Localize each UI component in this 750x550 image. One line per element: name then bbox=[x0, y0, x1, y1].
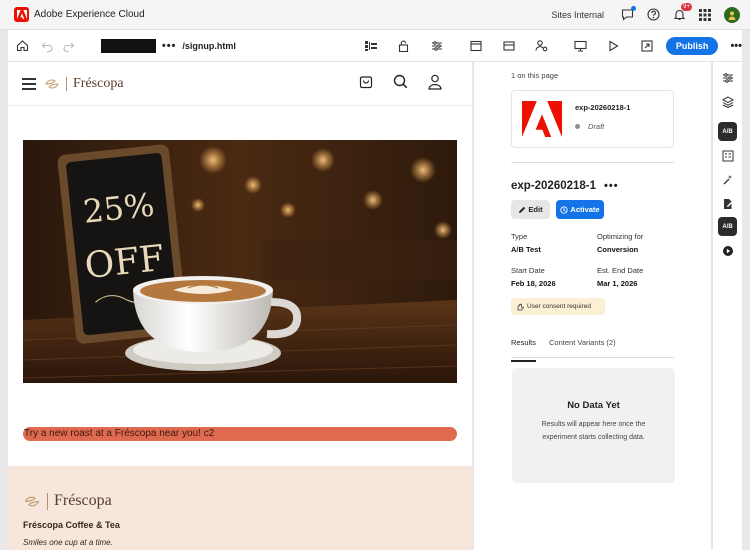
adobe-logo-icon bbox=[522, 101, 562, 140]
clock-icon bbox=[560, 205, 569, 214]
consent-text: User consent required bbox=[527, 303, 591, 310]
rail-layers-icon[interactable] bbox=[718, 92, 737, 111]
notifications-bell-icon[interactable]: 9+ bbox=[672, 2, 692, 22]
logo-divider bbox=[47, 492, 48, 510]
user-settings-icon[interactable] bbox=[535, 39, 549, 53]
toolbar-more-icon[interactable]: ••• bbox=[730, 40, 742, 52]
edit-label: Edit bbox=[528, 205, 543, 214]
editor-toolbar: ••• /signup.html Publish ••• bbox=[8, 30, 742, 62]
brand-name: Fréscopa bbox=[73, 75, 124, 91]
no-data-title: No Data Yet bbox=[567, 400, 620, 411]
consent-badge: User consent required bbox=[511, 298, 605, 315]
top-bar: Adobe Experience Cloud Sites Internal 9+ bbox=[0, 0, 750, 30]
experiment-name: exp-20260218-1 bbox=[511, 180, 597, 192]
experiment-card[interactable]: exp-20260218-1 Draft bbox=[511, 90, 674, 148]
rail-ab-test-icon[interactable]: A/B bbox=[718, 122, 737, 141]
footer-tagline: Smiles one cup at a time. bbox=[23, 538, 113, 547]
search-icon[interactable] bbox=[393, 74, 408, 93]
adobe-logo-icon[interactable] bbox=[14, 7, 29, 22]
app-title[interactable]: Adobe Experience Cloud bbox=[34, 9, 145, 20]
end-date-label: Est. End Date bbox=[597, 266, 644, 275]
url-path[interactable]: /signup.html bbox=[182, 41, 236, 51]
page-preview: Fréscopa 25% OFF Try a new roast at a Fr… bbox=[8, 62, 472, 550]
home-icon[interactable] bbox=[16, 39, 29, 53]
tree-structure-icon[interactable] bbox=[364, 39, 378, 53]
page-frame-icon[interactable] bbox=[469, 39, 483, 53]
logo-divider bbox=[66, 76, 67, 91]
end-date-field: Est. End Date Mar 1, 2026 bbox=[597, 266, 643, 288]
edit-button[interactable]: Edit bbox=[511, 200, 550, 219]
coffee-bean-logo-icon bbox=[24, 496, 40, 506]
end-date-value: Mar 1, 2026 bbox=[597, 279, 638, 288]
experiment-count-label: 1 on this page bbox=[511, 71, 559, 80]
divider bbox=[511, 162, 674, 163]
activate-button[interactable]: Activate bbox=[556, 200, 604, 219]
hand-consent-icon bbox=[517, 303, 524, 310]
open-external-icon[interactable] bbox=[640, 39, 654, 53]
status-text: Draft bbox=[588, 122, 605, 131]
org-switcher[interactable]: Sites Internal bbox=[551, 10, 604, 20]
undo-icon[interactable] bbox=[41, 39, 53, 53]
feedback-badge bbox=[631, 5, 636, 11]
tab-results[interactable]: Results bbox=[511, 338, 537, 362]
card-layout-icon[interactable] bbox=[502, 39, 516, 53]
rail-ab-test-active-icon[interactable]: A/B bbox=[718, 217, 737, 236]
site-logo[interactable]: Fréscopa bbox=[44, 76, 124, 92]
sign-percent-text: 25% bbox=[81, 186, 156, 231]
start-date-value: Feb 18, 2026 bbox=[511, 279, 556, 288]
app-grid-icon[interactable] bbox=[698, 8, 712, 22]
optimizing-label: Optimizing for bbox=[597, 232, 644, 241]
publish-button[interactable]: Publish bbox=[665, 36, 719, 55]
lock-icon[interactable] bbox=[397, 39, 411, 53]
panel-tabs: Results Content Variants (2) bbox=[511, 338, 674, 362]
play-preview-icon[interactable] bbox=[607, 39, 621, 53]
rail-magic-wand-icon[interactable] bbox=[718, 170, 737, 189]
footer-brand-name: Fréscopa bbox=[54, 492, 112, 509]
experiment-panel: 1 on this page exp-20260218-1 Draft exp-… bbox=[473, 62, 711, 550]
coffee-bean-logo-icon bbox=[45, 79, 59, 88]
hero-image: 25% OFF bbox=[23, 140, 457, 383]
properties-sliders-icon[interactable] bbox=[430, 39, 444, 53]
start-date-field: Start Date Feb 18, 2026 bbox=[511, 266, 556, 288]
type-label: Type bbox=[511, 232, 528, 241]
pencil-icon bbox=[519, 206, 526, 213]
sign-off-text: OFF bbox=[83, 238, 166, 287]
promo-banner[interactable]: Try a new roast at a Fréscopa near you! … bbox=[23, 427, 457, 441]
rail-play-icon[interactable] bbox=[718, 241, 737, 260]
shopping-bag-icon[interactable] bbox=[359, 74, 373, 93]
type-field: Type A/B Test bbox=[511, 232, 541, 254]
right-rail: A/B A/B bbox=[712, 62, 742, 550]
hamburger-menu-icon[interactable] bbox=[22, 77, 36, 90]
activate-label: Activate bbox=[570, 205, 600, 214]
feedback-icon[interactable] bbox=[620, 5, 636, 22]
optimizing-value: Conversion bbox=[597, 245, 639, 254]
site-footer: Fréscopa Fréscopa Coffee & Tea Smiles on… bbox=[8, 466, 472, 550]
optimizing-field: Optimizing for Conversion bbox=[597, 232, 643, 254]
help-icon[interactable] bbox=[646, 8, 660, 22]
no-data-text: Results will appear here once the experi… bbox=[541, 421, 646, 441]
desktop-preview-icon[interactable] bbox=[574, 39, 588, 53]
url-more-icon[interactable]: ••• bbox=[162, 40, 177, 52]
experiment-more-icon[interactable]: ••• bbox=[604, 180, 619, 192]
rail-form-icon[interactable] bbox=[718, 146, 737, 165]
user-avatar[interactable] bbox=[724, 6, 740, 23]
experiment-card-name: exp-20260218-1 bbox=[575, 103, 631, 112]
tab-content-variants[interactable]: Content Variants (2) bbox=[549, 338, 616, 357]
type-value: A/B Test bbox=[511, 245, 541, 254]
account-icon[interactable] bbox=[428, 74, 442, 93]
status-dot-icon bbox=[575, 124, 580, 129]
footer-logo[interactable]: Fréscopa bbox=[23, 492, 112, 510]
experiment-card-status: Draft bbox=[575, 122, 604, 131]
rail-properties-icon[interactable] bbox=[718, 68, 737, 87]
url-redacted bbox=[101, 38, 156, 53]
redo-icon[interactable] bbox=[63, 39, 75, 53]
rail-document-edit-icon[interactable] bbox=[718, 194, 737, 213]
no-data-card: No Data Yet Results will appear here onc… bbox=[512, 368, 675, 483]
experiment-title: exp-20260218-1 ••• bbox=[511, 180, 619, 192]
start-date-label: Start Date bbox=[511, 266, 545, 275]
site-header: Fréscopa bbox=[8, 62, 472, 106]
notification-count-badge: 9+ bbox=[681, 2, 692, 11]
footer-title: Fréscopa Coffee & Tea bbox=[23, 520, 120, 530]
